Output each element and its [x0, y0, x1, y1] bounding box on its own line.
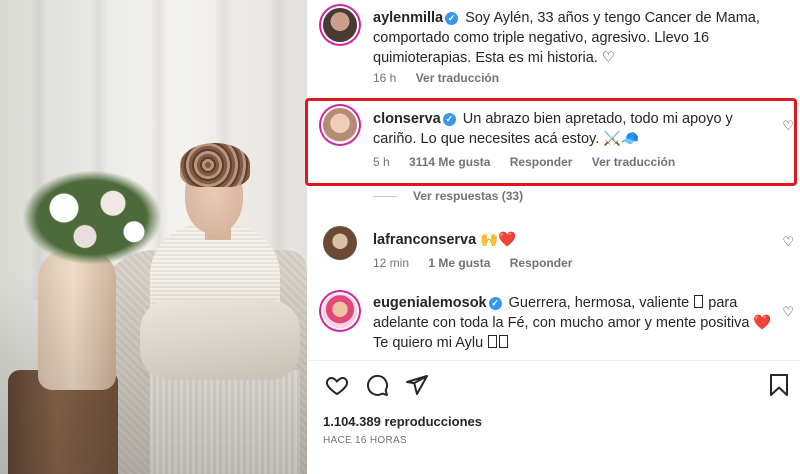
post-photo [0, 0, 307, 474]
divider [307, 360, 800, 361]
avatar[interactable] [323, 294, 357, 328]
comment-text: 🙌❤️ [480, 232, 517, 248]
verified-badge-icon: ✓ [488, 297, 502, 310]
bookmark-icon[interactable] [765, 371, 793, 399]
username[interactable]: eugenialemosok [373, 295, 487, 311]
action-bar [323, 371, 793, 399]
missing-emoji-icon [488, 335, 498, 348]
post-timestamp: HACE 16 HORAS [323, 435, 407, 446]
highlight-box [305, 98, 797, 186]
username[interactable]: aylenmilla [373, 10, 443, 26]
speech-bubble-icon[interactable] [363, 371, 391, 399]
heart-outline-icon[interactable] [323, 371, 351, 399]
views-count: 1.104.389 reproducciones [323, 414, 482, 429]
view-replies-link[interactable]: Ver respuestas (33) [373, 189, 523, 203]
like-comment-icon[interactable]: ♡ [782, 234, 794, 250]
username[interactable]: lafranconserva [373, 232, 476, 248]
likes-count[interactable]: 1 Me gusta [428, 256, 490, 270]
reply-button[interactable]: Responder [510, 256, 573, 270]
comments-panel: aylenmilla ✓ Soy Aylén, 33 años y tengo C… [307, 0, 800, 474]
like-comment-icon[interactable]: ♡ [782, 304, 794, 320]
paper-plane-icon[interactable] [403, 371, 431, 399]
comment-text: Guerrera, hermosa, valiente [508, 295, 690, 311]
verified-badge-icon: ✓ [445, 12, 459, 25]
avatar[interactable] [323, 8, 357, 42]
missing-emoji-icon [499, 335, 509, 348]
avatar[interactable] [323, 226, 357, 260]
comment-time: 16 h [373, 71, 397, 85]
translate-link[interactable]: Ver traducción [416, 71, 499, 85]
comment-time: 12 min [373, 256, 410, 270]
missing-emoji-icon [694, 295, 704, 308]
